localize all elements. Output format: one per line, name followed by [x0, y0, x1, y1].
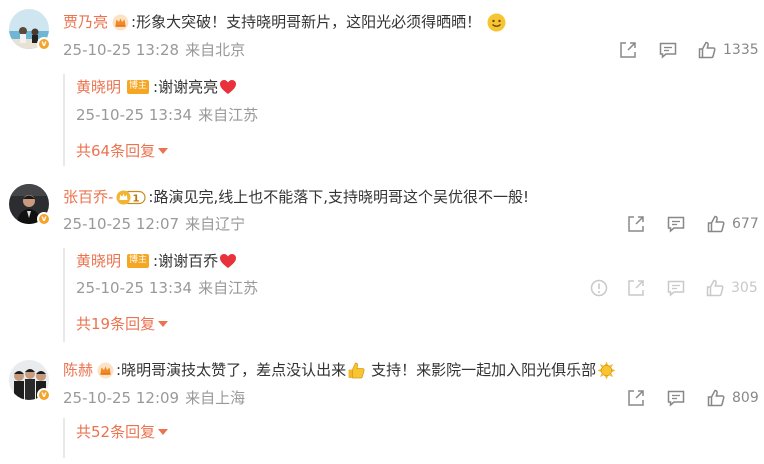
comment-icon	[667, 280, 685, 297]
author-badge: 博主	[127, 254, 150, 268]
share-icon	[628, 390, 644, 406]
reply-line: 黄晓明 博主 :谢谢百乔	[76, 250, 237, 272]
like-count: 677	[732, 216, 759, 232]
comment-1: v 贾乃亮 :形象大突破！支持晓明哥新片，这阳光必须得晒晒！ 25-10-25 …	[0, 0, 764, 170]
comment-button[interactable]	[666, 214, 686, 234]
reply-username[interactable]: 黄晓明	[76, 76, 121, 98]
like-count: 1335	[723, 42, 759, 58]
report-button[interactable]	[589, 278, 609, 298]
comment-meta: 25-10-25 13:28 来自北京	[63, 40, 245, 60]
reply-meta: 25-10-25 13:34 来自江苏	[76, 105, 258, 125]
caret-down-icon	[158, 429, 169, 435]
reply-username[interactable]: 黄晓明	[76, 250, 121, 272]
more-replies-link[interactable]: 共52条回复	[76, 422, 169, 442]
comment-3: v 陈赫 :晓明哥演技太赞了，差点没认出来 支持！来影院一起加入阳光俱乐部 25…	[0, 352, 764, 464]
timestamp: 25-10-25 13:28	[63, 41, 180, 59]
reply-share-button[interactable]	[626, 278, 646, 298]
reply-like-button[interactable]: 305	[705, 278, 758, 298]
share-button[interactable]	[626, 214, 646, 234]
like-button[interactable]: 677	[706, 214, 759, 234]
comment-line: 陈赫 :晓明哥演技太赞了，差点没认出来 支持！来影院一起加入阳光俱乐部	[63, 359, 616, 381]
comment-text: :晓明哥演技太赞了，差点没认出来	[116, 361, 347, 379]
comment-text: :形象大突破！支持晓明哥新片，这阳光必须得晒晒！	[131, 13, 482, 31]
smile-emoji	[487, 13, 506, 32]
like-icon	[706, 279, 724, 297]
location: 来自北京	[185, 41, 246, 59]
comment-text-cont: 支持！来影院一起加入阳光俱乐部	[371, 361, 597, 379]
reply-meta: 25-10-25 13:34 来自江苏	[76, 278, 258, 298]
username[interactable]: 张百乔-	[63, 186, 113, 208]
more-replies-label: 共52条回复	[76, 423, 156, 441]
reply-timestamp: 25-10-25 13:34	[76, 106, 193, 124]
reply-location: 来自江苏	[198, 106, 259, 124]
heart-icon	[219, 253, 237, 269]
level-number: 1	[133, 193, 140, 204]
comment-button[interactable]	[666, 388, 686, 408]
level-badge: 1	[116, 189, 147, 206]
verified-icon: v	[37, 37, 51, 51]
comment-2: v 张百乔- 1 :路演见完,线上也不能落下,支持晓明哥这个吴优很不一般! 25…	[0, 176, 764, 346]
reply-block: 共52条回复	[63, 418, 764, 458]
comment-icon	[667, 216, 685, 233]
more-replies-link[interactable]: 共64条回复	[76, 141, 169, 161]
author-badge: 博主	[127, 80, 150, 94]
comment-icon	[667, 390, 685, 407]
username[interactable]: 陈赫	[63, 359, 93, 381]
share-icon	[628, 216, 644, 232]
comment-icon	[659, 42, 677, 59]
reply-comment-button[interactable]	[666, 278, 686, 298]
report-icon	[590, 279, 608, 297]
caret-down-icon	[158, 321, 169, 327]
reply-location: 来自江苏	[198, 279, 259, 297]
timestamp: 25-10-25 12:09	[63, 389, 180, 407]
share-icon	[628, 280, 644, 296]
reply-block: 黄晓明 博主 :谢谢百乔 25-10-25 13:34 来自江苏 305 共19条…	[63, 248, 764, 342]
comment-button[interactable]	[658, 40, 678, 60]
reply-text: :谢谢百乔	[153, 252, 219, 270]
more-replies-link[interactable]: 共19条回复	[76, 314, 169, 334]
like-count: 809	[732, 390, 759, 406]
like-icon	[707, 215, 725, 233]
comment-text: :路演见完,线上也不能落下,支持晓明哥这个吴优很不一般!	[148, 188, 530, 206]
heart-icon	[219, 79, 237, 95]
thumbs-up-emoji	[347, 361, 366, 380]
more-replies-label: 共19条回复	[76, 315, 156, 333]
comment-line: 张百乔- 1 :路演见完,线上也不能落下,支持晓明哥这个吴优很不一般!	[63, 186, 529, 208]
reply-timestamp: 25-10-25 13:34	[76, 279, 193, 297]
like-icon	[698, 41, 716, 59]
like-icon	[707, 389, 725, 407]
share-icon	[620, 42, 636, 58]
verified-icon: v	[37, 388, 51, 402]
crown-icon	[112, 14, 129, 31]
share-button[interactable]	[626, 388, 646, 408]
timestamp: 25-10-25 12:07	[63, 215, 180, 233]
location: 来自上海	[185, 389, 246, 407]
caret-down-icon	[158, 148, 169, 154]
reply-block: 黄晓明 博主 :谢谢亮亮 25-10-25 13:34 来自江苏 共64条回复	[63, 74, 764, 166]
username[interactable]: 贾乃亮	[63, 11, 108, 33]
reply-text: :谢谢亮亮	[153, 78, 219, 96]
comment-meta: 25-10-25 12:09 来自上海	[63, 388, 245, 408]
verified-icon: v	[37, 212, 51, 226]
like-count: 305	[731, 280, 758, 296]
more-replies-label: 共64条回复	[76, 142, 156, 160]
like-button[interactable]: 1335	[697, 40, 759, 60]
reply-line: 黄晓明 博主 :谢谢亮亮	[76, 76, 237, 98]
comment-meta: 25-10-25 12:07 来自辽宁	[63, 214, 245, 234]
location: 来自辽宁	[185, 215, 246, 233]
sun-emoji	[597, 361, 616, 380]
like-button[interactable]: 809	[706, 388, 759, 408]
comment-line: 贾乃亮 :形象大突破！支持晓明哥新片，这阳光必须得晒晒！	[63, 11, 506, 33]
share-button[interactable]	[618, 40, 638, 60]
crown-icon	[97, 362, 114, 379]
